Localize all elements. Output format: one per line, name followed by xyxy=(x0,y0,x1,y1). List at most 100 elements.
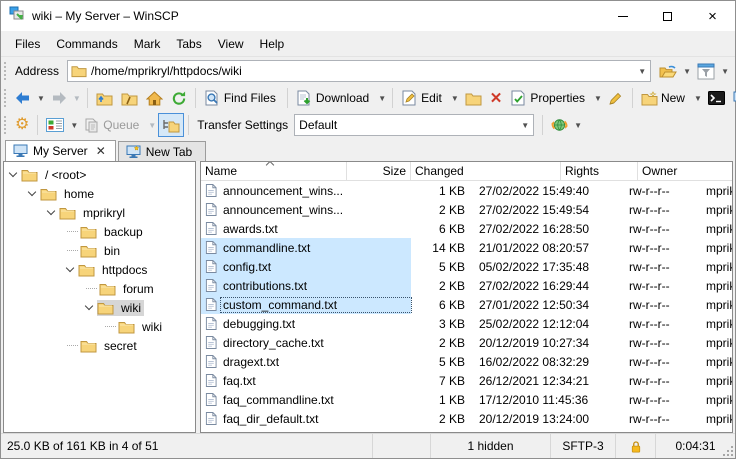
status-session-timer[interactable]: 0:04:31 xyxy=(656,434,735,458)
panel-layout-button[interactable] xyxy=(42,113,68,137)
file-row-contributions-txt[interactable]: contributions.txt2 KB27/02/2022 16:29:44… xyxy=(201,276,732,295)
tree-item-root[interactable]: / <root> xyxy=(4,165,195,184)
file-row-awards-txt[interactable]: awards.txt6 KB27/02/2022 16:28:50rw-r--r… xyxy=(201,219,732,238)
close-button[interactable]: × xyxy=(690,2,735,31)
file-row-debugging-txt[interactable]: debugging.txt3 KB25/02/2022 12:12:04rw-r… xyxy=(201,314,732,333)
tree-item-forum[interactable]: forum xyxy=(4,279,195,298)
file-row-directory-cache-txt[interactable]: directory_cache.txt2 KB20/12/2019 10:27:… xyxy=(201,333,732,352)
tab-close-icon[interactable]: ✕ xyxy=(94,144,108,158)
panel-layout-dropdown[interactable]: ▼ xyxy=(70,121,78,130)
parent-directory-button[interactable] xyxy=(92,86,117,110)
tree-item-mprikryl[interactable]: mprikryl xyxy=(4,203,195,222)
copy-button[interactable] xyxy=(461,86,486,110)
file-row-faq-txt[interactable]: faq.txt7 KB26/12/2021 12:34:21rw-r--r--m… xyxy=(201,371,732,390)
file-select-zone[interactable]: debugging.txt xyxy=(201,314,411,333)
address-dropdown-button[interactable]: ▼ xyxy=(634,61,650,81)
new-button[interactable]: New xyxy=(637,86,692,110)
forward-button[interactable] xyxy=(47,86,71,110)
status-hidden-count[interactable]: 1 hidden xyxy=(431,434,551,458)
file-row-faq-dir-default-txt[interactable]: faq_dir_default.txt2 KB20/12/2019 13:24:… xyxy=(201,409,732,428)
open-directory-button[interactable] xyxy=(655,59,681,83)
file-row-announcement-wins[interactable]: announcement_wins...1 KB27/02/2022 15:49… xyxy=(201,181,732,200)
column-header-rights[interactable]: Rights xyxy=(561,162,638,180)
tree-toggle-button[interactable] xyxy=(158,113,184,137)
chevron-down-icon[interactable] xyxy=(85,302,93,310)
tree-item-home[interactable]: home xyxy=(4,184,195,203)
chevron-down-icon[interactable] xyxy=(28,188,36,196)
preferences-button[interactable]: ⚙ xyxy=(11,113,33,137)
chevron-down-icon[interactable] xyxy=(66,264,74,272)
file-row-dragext-txt[interactable]: dragext.txt5 KB16/02/2022 08:32:29rw-r--… xyxy=(201,352,732,371)
synchronize-browsing-button[interactable] xyxy=(547,113,572,137)
file-row-commandline-txt[interactable]: commandline.txt14 KB21/01/2022 08:20:57r… xyxy=(201,238,732,257)
toolbar-grip[interactable] xyxy=(4,116,7,134)
tab-my-server[interactable]: My Server ✕ xyxy=(5,140,116,161)
column-header-size[interactable]: Size xyxy=(347,162,411,180)
maximize-button[interactable] xyxy=(645,2,690,31)
edit-button[interactable]: Edit xyxy=(397,86,449,110)
tab-new-tab[interactable]: New Tab xyxy=(118,141,206,161)
forward-history-dropdown[interactable]: ▼ xyxy=(73,94,81,103)
properties-dropdown[interactable]: ▼ xyxy=(594,94,602,103)
download-dropdown[interactable]: ▼ xyxy=(378,94,386,103)
tree-item-bin[interactable]: bin xyxy=(4,241,195,260)
minimize-button[interactable] xyxy=(600,2,645,31)
status-protocol[interactable]: SFTP-3 xyxy=(551,434,616,458)
tree-item-httpdocs[interactable]: httpdocs xyxy=(4,260,195,279)
resize-grip[interactable] xyxy=(724,447,733,456)
file-row-faq-commandline-txt[interactable]: faq_commandline.txt1 KB17/12/2010 11:45:… xyxy=(201,390,732,409)
file-row-custom-command-txt[interactable]: custom_command.txt6 KB27/01/2022 12:50:3… xyxy=(201,295,732,314)
menu-view[interactable]: View xyxy=(210,33,252,55)
refresh-button[interactable] xyxy=(167,86,191,110)
root-directory-button[interactable] xyxy=(117,86,142,110)
menu-tabs[interactable]: Tabs xyxy=(168,33,209,55)
menu-mark[interactable]: Mark xyxy=(126,33,169,55)
console-button[interactable] xyxy=(704,86,729,110)
new-dropdown[interactable]: ▼ xyxy=(694,94,702,103)
open-in-putty-button[interactable] xyxy=(729,86,736,110)
filter-button[interactable] xyxy=(693,59,719,83)
back-history-dropdown[interactable]: ▼ xyxy=(37,94,45,103)
tree-item-secret[interactable]: secret xyxy=(4,336,195,355)
chevron-down-icon[interactable] xyxy=(9,169,17,177)
tree-item-backup[interactable]: backup xyxy=(4,222,195,241)
open-directory-dropdown[interactable]: ▼ xyxy=(683,67,691,76)
find-files-button[interactable]: Find Files xyxy=(200,86,283,110)
file-select-zone[interactable]: faq_dir_default.txt xyxy=(201,409,411,428)
tree-item-wiki[interactable]: wiki xyxy=(4,317,195,336)
address-combobox[interactable]: /home/mprikryl/httpdocs/wiki ▼ xyxy=(67,60,651,82)
queue-dropdown[interactable]: ▼ xyxy=(148,121,156,130)
filter-dropdown[interactable]: ▼ xyxy=(721,67,729,76)
file-select-zone[interactable]: awards.txt xyxy=(201,219,411,238)
properties-button[interactable]: Properties xyxy=(506,86,592,110)
tree-item-wiki[interactable]: wiki xyxy=(4,298,195,317)
file-select-zone[interactable]: config.txt xyxy=(201,257,411,276)
file-select-zone[interactable]: commandline.txt xyxy=(201,238,411,257)
menu-files[interactable]: Files xyxy=(7,33,48,55)
file-select-zone[interactable]: custom_command.txt xyxy=(201,295,411,314)
file-select-zone[interactable]: directory_cache.txt xyxy=(201,333,411,352)
toolbar-grip[interactable] xyxy=(4,62,7,80)
column-header-owner[interactable]: Owner xyxy=(638,162,732,180)
chevron-down-icon[interactable] xyxy=(47,207,55,215)
edit-dropdown[interactable]: ▼ xyxy=(451,94,459,103)
download-button[interactable]: Download xyxy=(292,86,376,110)
status-encryption[interactable] xyxy=(616,434,656,458)
transfer-settings-combobox[interactable]: Default ▼ xyxy=(294,114,534,136)
delete-button[interactable]: ✕ xyxy=(486,86,507,110)
home-directory-button[interactable] xyxy=(142,86,167,110)
rename-button[interactable] xyxy=(604,86,628,110)
file-row-config-txt[interactable]: config.txt5 KB05/02/2022 17:35:48rw-r--r… xyxy=(201,257,732,276)
file-select-zone[interactable]: dragext.txt xyxy=(201,352,411,371)
menu-help[interactable]: Help xyxy=(252,33,293,55)
file-select-zone[interactable]: faq.txt xyxy=(201,371,411,390)
file-row-announcement-wins[interactable]: announcement_wins...2 KB27/02/2022 15:49… xyxy=(201,200,732,219)
column-header-changed[interactable]: Changed xyxy=(411,162,561,180)
file-select-zone[interactable]: contributions.txt xyxy=(201,276,411,295)
transfer-settings-dropdown[interactable]: ▼ xyxy=(517,115,533,135)
back-button[interactable] xyxy=(11,86,35,110)
file-select-zone[interactable]: announcement_wins... xyxy=(201,181,411,200)
menu-commands[interactable]: Commands xyxy=(48,33,125,55)
queue-button[interactable]: Queue xyxy=(80,113,146,137)
toolbar-grip[interactable] xyxy=(4,89,7,107)
